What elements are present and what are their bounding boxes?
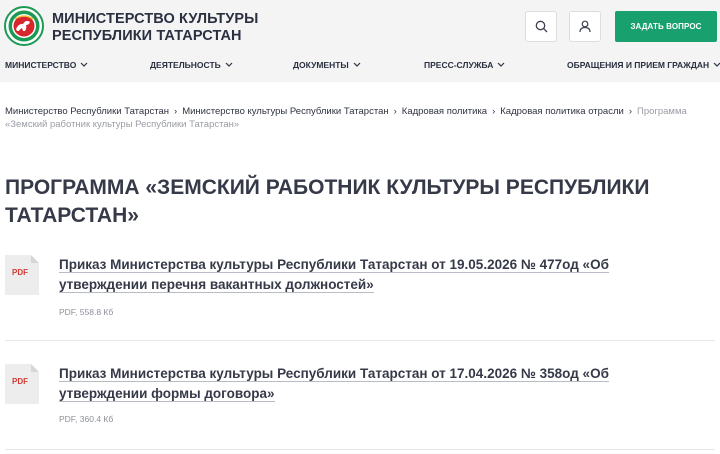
- nav-item-press[interactable]: ПРЕСС-СЛУЖБА: [424, 60, 505, 70]
- document-meta: PDF, 558.8 Кб: [59, 307, 114, 317]
- divider: [5, 340, 715, 341]
- pdf-type-label: PDF: [12, 377, 28, 386]
- document-link[interactable]: Приказ Министерства культуры Республики …: [59, 255, 689, 295]
- ask-question-button[interactable]: ЗАДАТЬ ВОПРОС: [615, 11, 717, 42]
- nav-item-label: ДОКУМЕНТЫ: [293, 60, 349, 70]
- document-item: PDF Приказ Министерства культуры Республ…: [5, 255, 715, 341]
- breadcrumb-link[interactable]: Министерство культуры Республики Татарст…: [182, 106, 388, 117]
- page-title: ПРОГРАММА «ЗЕМСКИЙ РАБОТНИК КУЛЬТУРЫ РЕС…: [5, 176, 650, 227]
- nav-item-label: ОБРАЩЕНИЯ И ПРИЕМ ГРАЖДАН: [567, 60, 710, 70]
- header: МИНИСТЕРСТВО КУЛЬТУРЫ РЕСПУБЛИКИ ТАТАРСТ…: [0, 0, 720, 82]
- brand-title[interactable]: МИНИСТЕРСТВО КУЛЬТУРЫ РЕСПУБЛИКИ ТАТАРСТ…: [52, 11, 258, 45]
- tatarstan-emblem-icon[interactable]: [4, 6, 44, 46]
- breadcrumb-link[interactable]: Кадровая политика отрасли: [500, 106, 624, 117]
- brand-line-2: РЕСПУБЛИКИ ТАТАРСТАН: [52, 28, 242, 44]
- breadcrumb: Министерство Республики Татарстан › Минист…: [5, 105, 710, 131]
- search-button[interactable]: [525, 11, 557, 42]
- document-title: Приказ Министерства культуры Республики …: [59, 366, 609, 402]
- chevron-down-icon: [80, 62, 88, 67]
- chevron-down-icon: [353, 62, 361, 67]
- nav-item-label: ПРЕСС-СЛУЖБА: [424, 60, 494, 70]
- pdf-type-label: PDF: [12, 268, 28, 277]
- nav-item-activity[interactable]: ДЕЯТЕЛЬНОСТЬ: [150, 60, 233, 70]
- chevron-down-icon: [713, 62, 720, 67]
- nav-item-ministry[interactable]: МИНИСТЕРСТВО: [5, 60, 88, 70]
- brand-line-1: МИНИСТЕРСТВО КУЛЬТУРЫ: [52, 11, 259, 27]
- nav-item-appeals[interactable]: ОБРАЩЕНИЯ И ПРИЕМ ГРАЖДАН: [567, 60, 720, 70]
- nav-item-label: ДЕЯТЕЛЬНОСТЬ: [150, 60, 221, 70]
- document-meta: PDF, 360.4 Кб: [59, 414, 114, 424]
- breadcrumb-link[interactable]: Кадровая политика: [402, 106, 487, 117]
- profile-button[interactable]: [569, 11, 601, 42]
- breadcrumb-separator: ›: [628, 106, 632, 117]
- breadcrumb-separator: ›: [492, 106, 496, 117]
- document-item: PDF Приказ Министерства культуры Республ…: [5, 364, 715, 450]
- nav-item-documents[interactable]: ДОКУМЕНТЫ: [293, 60, 361, 70]
- chevron-down-icon: [497, 62, 505, 67]
- document-title: Приказ Министерства культуры Республики …: [59, 257, 609, 293]
- document-link[interactable]: Приказ Министерства культуры Республики …: [59, 364, 689, 404]
- breadcrumb-link[interactable]: Министерство Республики Татарстан: [5, 106, 169, 117]
- search-icon: [535, 20, 547, 33]
- breadcrumb-separator: ›: [393, 106, 397, 117]
- divider: [5, 449, 715, 450]
- breadcrumb-separator: ›: [174, 106, 178, 117]
- nav-item-label: МИНИСТЕРСТВО: [5, 60, 77, 70]
- user-icon: [579, 20, 591, 33]
- chevron-down-icon: [225, 62, 233, 67]
